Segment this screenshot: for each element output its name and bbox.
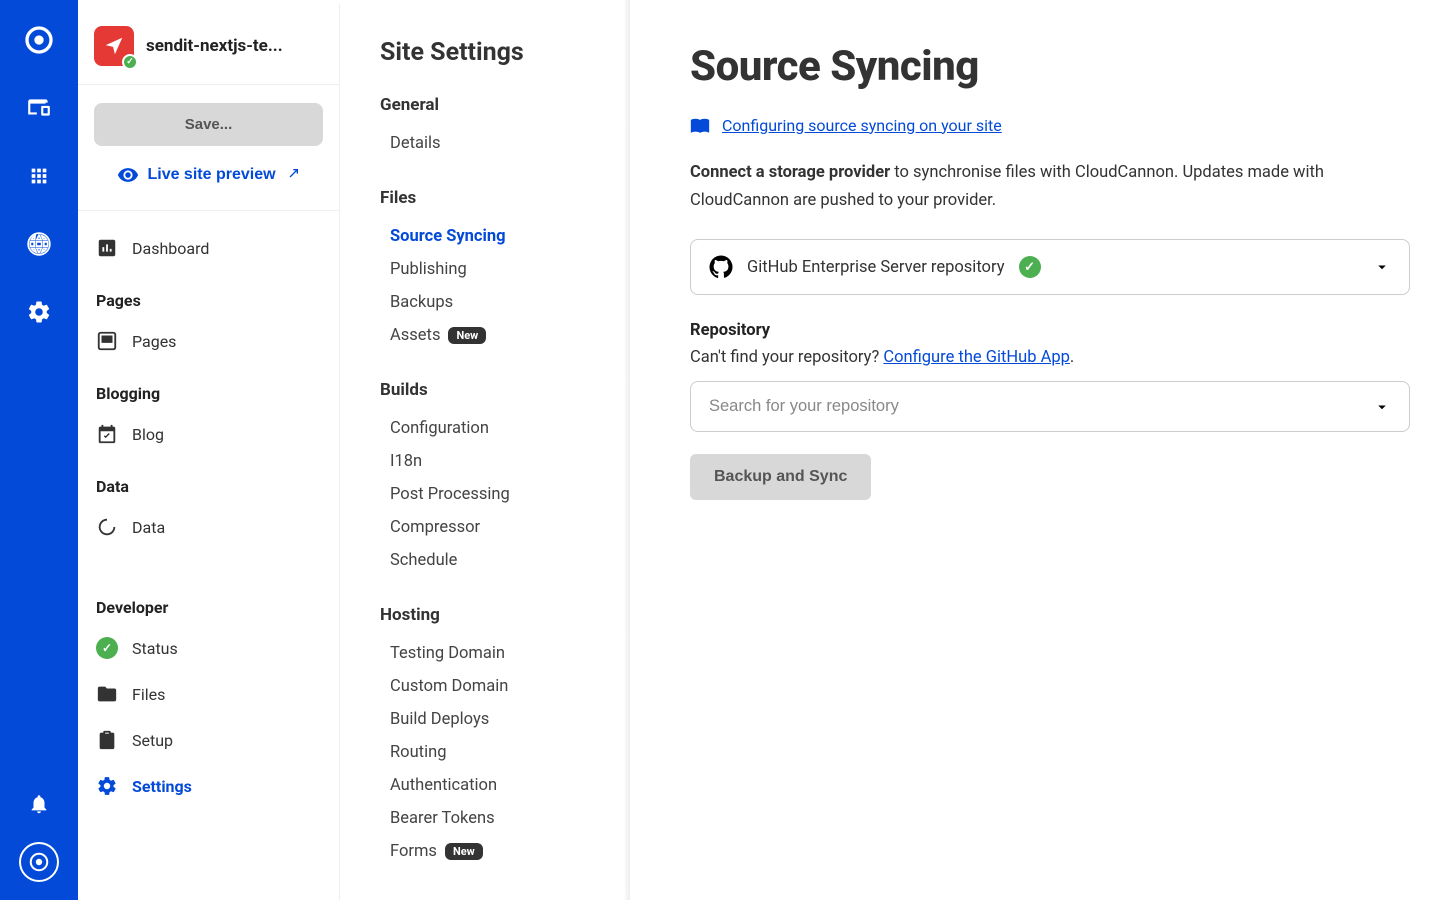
devices-icon[interactable] (17, 86, 61, 130)
nav-heading-pages: Pages (86, 271, 331, 318)
group-builds: Builds (380, 380, 599, 400)
settings-title: Site Settings (380, 38, 599, 67)
status-ok-icon (122, 54, 138, 70)
project-logo (94, 26, 134, 66)
new-badge: New (445, 843, 483, 860)
nav-data[interactable]: Data (86, 504, 331, 550)
new-badge: New (448, 327, 486, 344)
nav-heading-developer: Developer (86, 550, 331, 625)
backup-sync-button[interactable]: Backup and Sync (690, 454, 871, 500)
gear-icon (96, 775, 118, 797)
external-link-icon (284, 167, 300, 183)
nav-heading-blogging: Blogging (86, 364, 331, 411)
repo-search-input[interactable] (709, 397, 1373, 416)
chevron-down-icon (1373, 258, 1391, 276)
live-preview-label: Live site preview (147, 166, 275, 184)
link-i18n[interactable]: I18n (380, 445, 599, 478)
link-backups[interactable]: Backups (380, 286, 599, 319)
book-icon (690, 115, 710, 135)
calendar-check-icon (96, 423, 118, 445)
link-details[interactable]: Details (380, 127, 599, 160)
page-icon (96, 330, 118, 352)
chevron-down-icon (1373, 398, 1391, 416)
repo-hint: Can't find your repository? Configure th… (690, 348, 1380, 367)
globe-icon[interactable] (17, 222, 61, 266)
eye-icon (117, 164, 139, 186)
github-icon (709, 255, 733, 279)
doc-link[interactable]: Configuring source syncing on your site (722, 116, 1002, 135)
group-files: Files (380, 188, 599, 208)
link-custom-domain[interactable]: Custom Domain (380, 670, 599, 703)
folder-icon (96, 683, 118, 705)
repo-field-label: Repository (690, 321, 1380, 340)
link-publishing[interactable]: Publishing (380, 253, 599, 286)
brand-logo-icon[interactable] (17, 18, 61, 62)
provider-select[interactable]: GitHub Enterprise Server repository (690, 239, 1410, 295)
circle-progress-icon (96, 516, 118, 538)
verified-icon (1019, 256, 1041, 278)
nav-files[interactable]: Files (86, 671, 331, 717)
apps-grid-icon[interactable] (17, 154, 61, 198)
link-build-deploys[interactable]: Build Deploys (380, 703, 599, 736)
description: Connect a storage provider to synchronis… (690, 159, 1370, 215)
nav-heading-data: Data (86, 457, 331, 504)
link-forms[interactable]: Forms New (380, 835, 599, 868)
link-routing[interactable]: Routing (380, 736, 599, 769)
link-source-syncing[interactable]: Source Syncing (380, 220, 599, 253)
nav-status[interactable]: Status (86, 625, 331, 671)
link-configuration[interactable]: Configuration (380, 412, 599, 445)
nav-blog[interactable]: Blog (86, 411, 331, 457)
save-button[interactable]: Save... (94, 103, 323, 146)
group-general: General (380, 95, 599, 115)
page-title: Source Syncing (690, 42, 1380, 91)
link-bearer-tokens[interactable]: Bearer Tokens (380, 802, 599, 835)
link-authentication[interactable]: Authentication (380, 769, 599, 802)
gear-icon[interactable] (17, 290, 61, 334)
bell-icon[interactable] (17, 782, 61, 826)
clipboard-icon (96, 729, 118, 751)
project-name: sendit-nextjs-te... (146, 36, 283, 56)
link-testing-domain[interactable]: Testing Domain (380, 637, 599, 670)
link-post-processing[interactable]: Post Processing (380, 478, 599, 511)
configure-app-link[interactable]: Configure the GitHub App (883, 348, 1070, 367)
nav-setup[interactable]: Setup (86, 717, 331, 763)
group-hosting: Hosting (380, 605, 599, 625)
nav-settings[interactable]: Settings (86, 763, 331, 809)
live-preview-button[interactable]: Live site preview (94, 158, 323, 192)
repo-search-combobox[interactable] (690, 381, 1410, 432)
nav-pages[interactable]: Pages (86, 318, 331, 364)
link-compressor[interactable]: Compressor (380, 511, 599, 544)
user-avatar[interactable] (19, 842, 59, 882)
link-schedule[interactable]: Schedule (380, 544, 599, 577)
provider-label: GitHub Enterprise Server repository (747, 258, 1005, 277)
link-assets[interactable]: Assets New (380, 319, 599, 352)
chart-box-icon (96, 237, 118, 259)
nav-dashboard[interactable]: Dashboard (86, 225, 331, 271)
status-ok-icon (96, 637, 118, 659)
